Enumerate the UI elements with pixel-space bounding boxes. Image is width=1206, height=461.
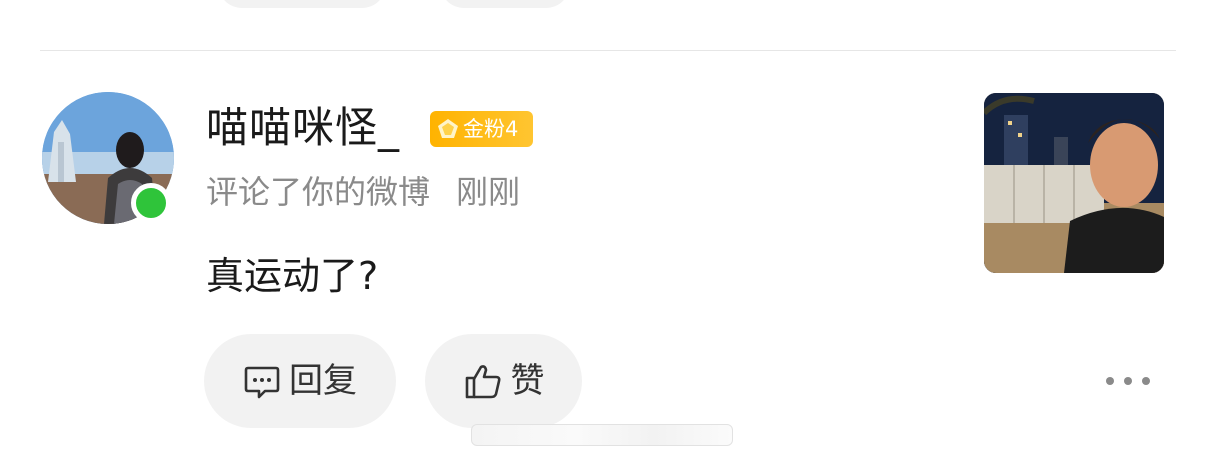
scroll-indicator	[471, 424, 733, 446]
comment-text[interactable]: 真运动了?	[206, 248, 378, 304]
like-button[interactable]: 赞	[425, 334, 582, 428]
online-status-dot	[131, 183, 171, 223]
comment-bubble-icon	[244, 366, 280, 399]
more-dots-icon	[1124, 377, 1132, 385]
username[interactable]: 喵喵咪怪_	[206, 100, 400, 156]
fan-level-badge: 金粉4	[430, 111, 533, 147]
item-divider	[40, 50, 1176, 51]
more-options-button[interactable]	[1106, 366, 1150, 396]
reply-button[interactable]: 回复	[204, 334, 396, 428]
timestamp: 刚刚	[456, 173, 521, 211]
more-dots-icon	[1106, 377, 1114, 385]
more-dots-icon	[1142, 377, 1150, 385]
gold-gem-icon	[438, 119, 458, 138]
post-thumbnail[interactable]	[984, 93, 1164, 273]
previous-like-button[interactable]	[440, 0, 570, 8]
like-button-label: 赞	[510, 361, 545, 401]
fan-badge-label: 金粉4	[463, 117, 519, 141]
notification-meta: 评论了你的微博 刚刚	[206, 170, 520, 214]
action-text: 评论了你的微博	[206, 173, 431, 211]
thumbs-up-icon	[465, 365, 500, 399]
reply-button-label: 回复	[289, 361, 357, 401]
previous-reply-button[interactable]	[218, 0, 386, 8]
